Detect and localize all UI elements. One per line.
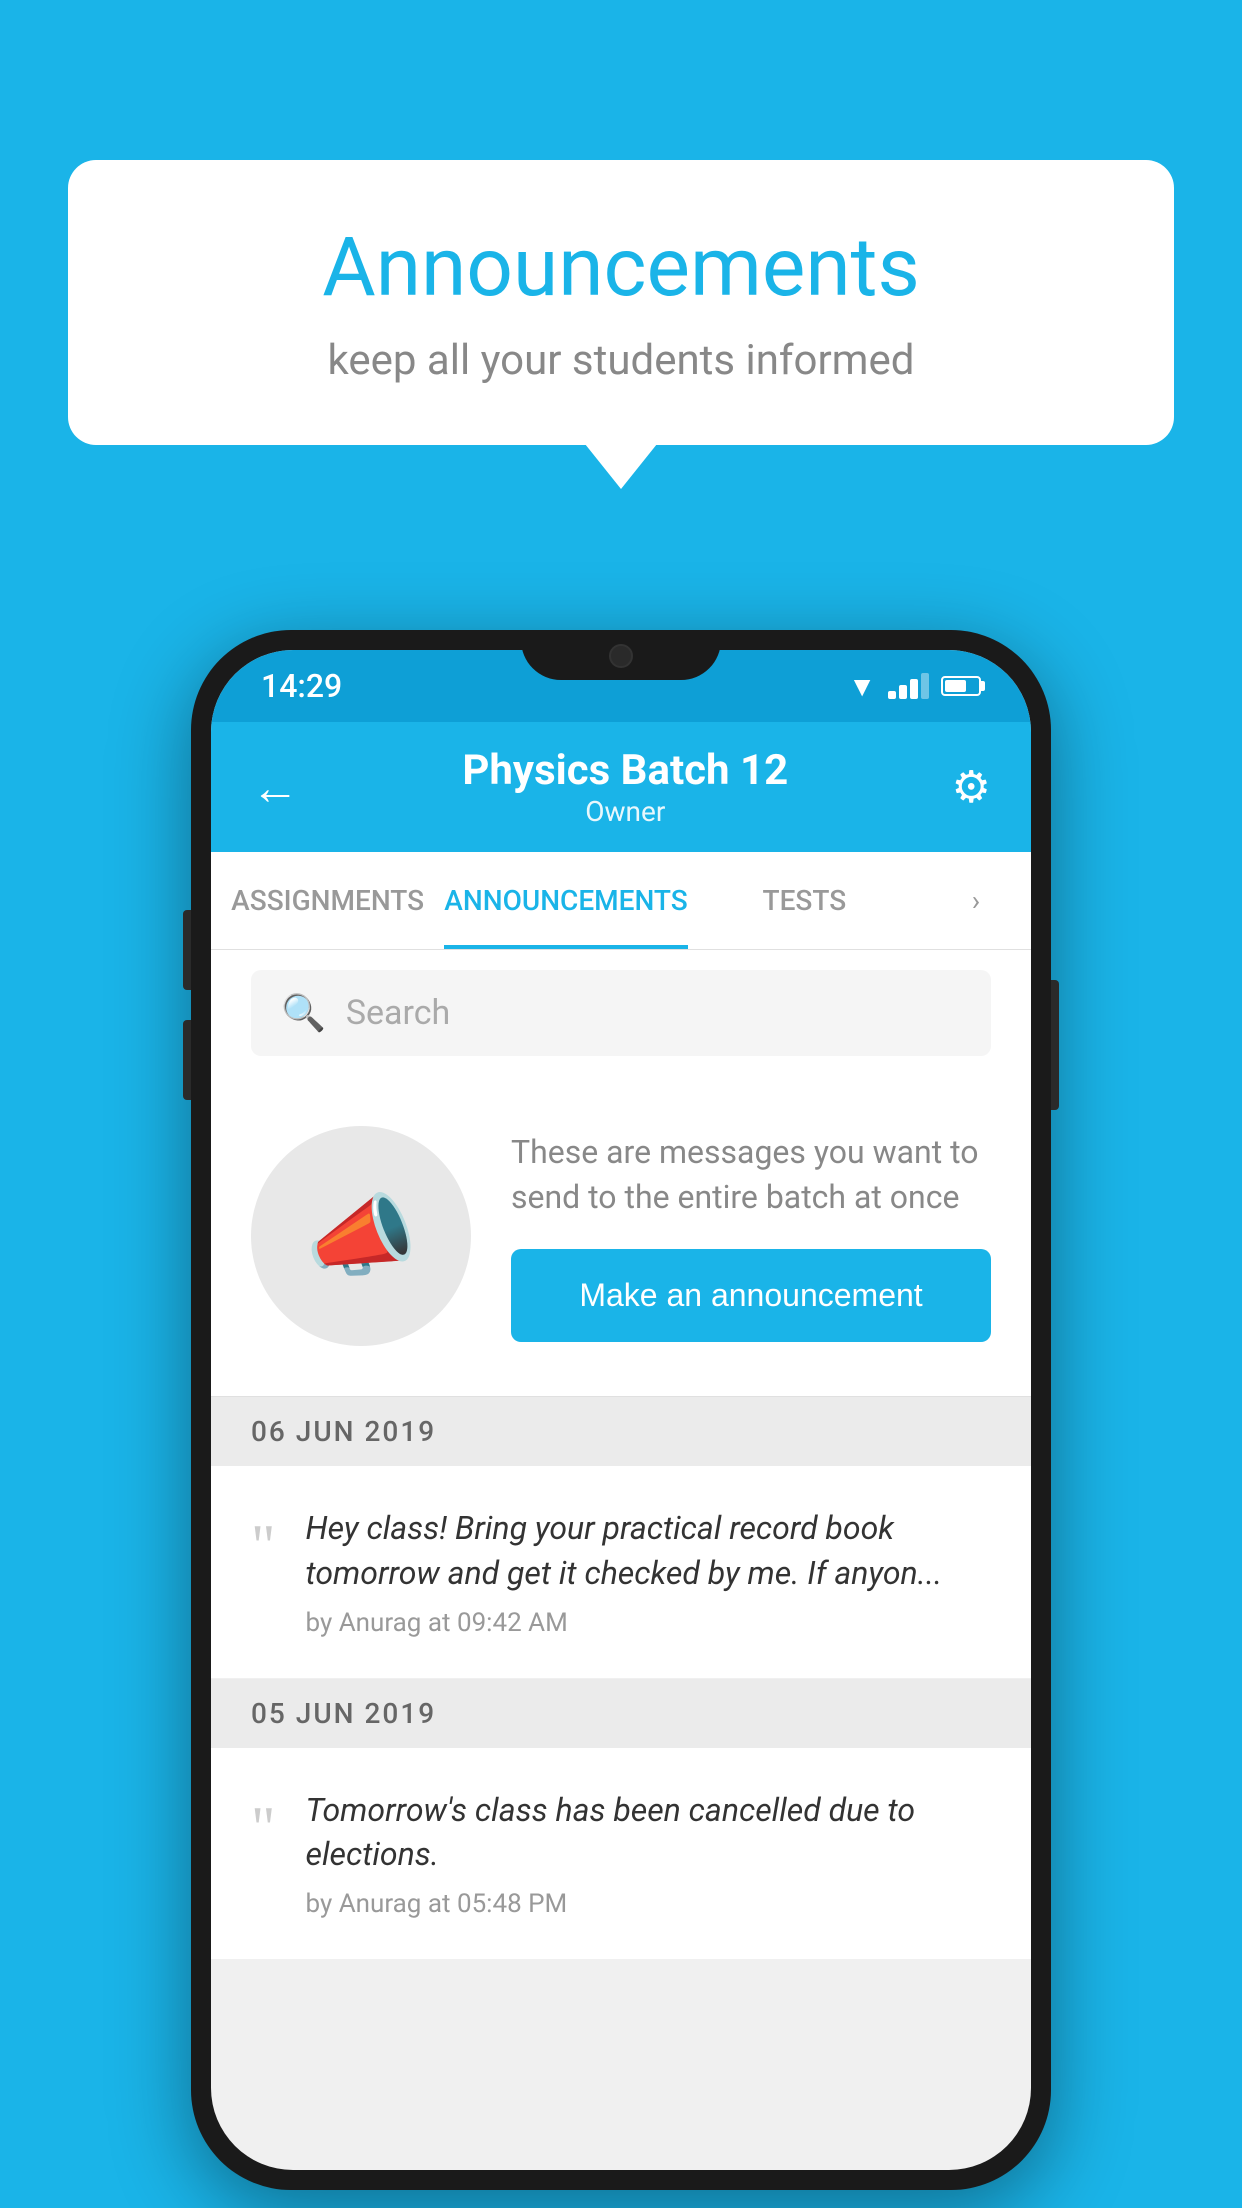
announcement-text-2: Tomorrow's class has been cancelled due … (306, 1788, 992, 1878)
status-icons: ▼ (848, 670, 981, 703)
announcement-item-2[interactable]: " Tomorrow's class has been cancelled du… (211, 1748, 1031, 1961)
volume-down-button[interactable] (183, 1020, 191, 1100)
tab-tests[interactable]: TESTS (688, 852, 921, 949)
announcement-empty-state: 📣 These are messages you want to send to… (211, 1076, 1031, 1397)
signal-icon (888, 673, 929, 699)
make-announcement-button[interactable]: Make an announcement (511, 1249, 991, 1342)
announcement-icon-circle: 📣 (251, 1126, 471, 1346)
signal-bar-2 (899, 685, 907, 699)
quote-icon-2: " (251, 1798, 276, 1858)
speech-bubble: Announcements keep all your students inf… (68, 160, 1174, 445)
megaphone-icon: 📣 (305, 1184, 417, 1289)
phone-screen: 14:29 ▼ (211, 650, 1031, 2170)
settings-icon[interactable]: ⚙ (952, 761, 991, 813)
announcement-right: These are messages you want to send to t… (511, 1130, 991, 1343)
volume-up-button[interactable] (183, 910, 191, 990)
owner-label: Owner (462, 795, 788, 828)
announcement-meta-2: by Anurag at 05:48 PM (306, 1889, 992, 1919)
tab-announcements[interactable]: ANNOUNCEMENTS (444, 852, 687, 949)
search-container: 🔍 Search (211, 950, 1031, 1076)
phone-notch (521, 630, 721, 680)
announcement-description: These are messages you want to send to t… (511, 1130, 991, 1220)
signal-bar-1 (888, 691, 896, 699)
search-bar[interactable]: 🔍 Search (251, 970, 991, 1056)
battery-icon (941, 676, 981, 696)
header-center: Physics Batch 12 Owner (462, 746, 788, 828)
app-header: ← Physics Batch 12 Owner ⚙ (211, 722, 1031, 852)
announcement-content-1: Hey class! Bring your practical record b… (306, 1506, 992, 1638)
speech-bubble-title: Announcements (148, 220, 1094, 316)
status-time: 14:29 (261, 667, 342, 705)
phone-mockup: 14:29 ▼ (191, 630, 1051, 2190)
announcement-meta-1: by Anurag at 09:42 AM (306, 1608, 992, 1638)
tab-more[interactable]: › (921, 852, 1031, 949)
speech-bubble-subtitle: keep all your students informed (148, 336, 1094, 385)
tab-bar: ASSIGNMENTS ANNOUNCEMENTS TESTS › (211, 852, 1031, 950)
phone-outer: 14:29 ▼ (191, 630, 1051, 2190)
wifi-icon: ▼ (848, 670, 876, 703)
search-icon: 🔍 (281, 992, 326, 1034)
quote-icon-1: " (251, 1516, 276, 1576)
announcement-content-2: Tomorrow's class has been cancelled due … (306, 1788, 992, 1920)
front-camera (609, 644, 633, 668)
speech-bubble-container: Announcements keep all your students inf… (68, 160, 1174, 445)
battery-fill (945, 680, 966, 692)
signal-bar-4 (921, 673, 929, 699)
announcement-item-1[interactable]: " Hey class! Bring your practical record… (211, 1466, 1031, 1679)
tab-assignments[interactable]: ASSIGNMENTS (211, 852, 444, 949)
back-button[interactable]: ← (251, 759, 299, 816)
date-separator-2: 05 JUN 2019 (211, 1679, 1031, 1748)
date-separator-1: 06 JUN 2019 (211, 1397, 1031, 1466)
announcement-text-1: Hey class! Bring your practical record b… (306, 1506, 992, 1596)
power-button[interactable] (1051, 980, 1059, 1110)
search-input[interactable]: Search (346, 993, 450, 1033)
batch-title: Physics Batch 12 (462, 746, 788, 795)
signal-bar-3 (910, 679, 918, 699)
